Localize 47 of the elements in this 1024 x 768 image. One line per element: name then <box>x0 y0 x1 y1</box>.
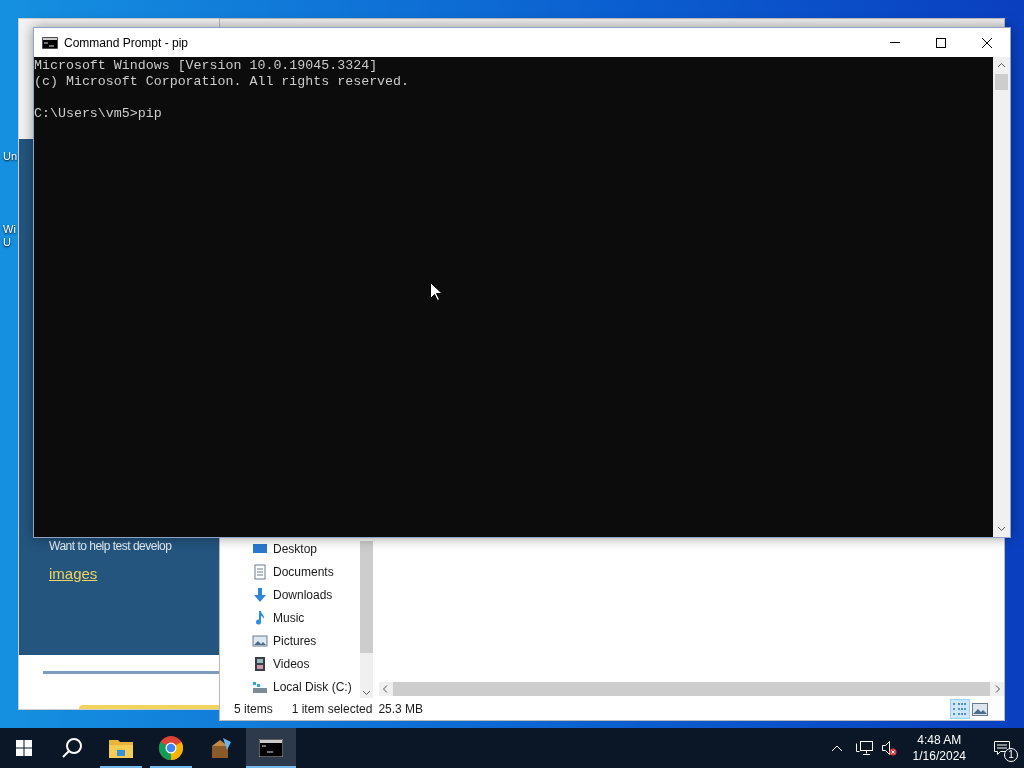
nav-item[interactable]: Local Disk (C:) <box>252 675 360 698</box>
window-title: Command Prompt - pip <box>64 34 189 52</box>
console-prompt: C:\Users\vm5>pip <box>34 106 162 122</box>
nav-item[interactable]: Desktop <box>252 537 360 560</box>
windows-logo-icon <box>16 740 32 756</box>
selection-count: 1 item selected <box>291 701 373 718</box>
image-icon <box>972 702 988 716</box>
terminal-icon <box>42 36 58 49</box>
search-icon <box>61 737 83 759</box>
nav-item[interactable]: Videos <box>252 652 360 675</box>
scrollbar-thumb[interactable] <box>360 541 373 653</box>
taskbar-app-button[interactable] <box>246 728 296 768</box>
close-icon <box>982 37 992 48</box>
console-line: (c) Microsoft Corporation. All rights reserved. <box>34 74 410 90</box>
browser-icon <box>159 736 183 760</box>
chevron-up-icon[interactable] <box>830 744 843 752</box>
notification-count: 1 <box>1004 748 1018 762</box>
download-icon <box>252 586 268 603</box>
box-icon <box>209 736 233 760</box>
list-icon <box>952 702 968 716</box>
scroll-down-icon[interactable] <box>360 688 373 698</box>
clock[interactable]: 4:48 AM 1/16/2024 <box>908 732 970 764</box>
nav-item[interactable]: Documents <box>252 560 360 583</box>
scrollbar-thumb[interactable] <box>995 74 1008 90</box>
nav-item[interactable]: Music <box>252 606 360 629</box>
images-link[interactable]: images <box>49 562 98 585</box>
nav-item[interactable]: Downloads <box>252 583 360 606</box>
nav-item[interactable]: Pictures <box>252 629 360 652</box>
message-icon <box>993 739 1011 757</box>
selection-size: 25.3 MB <box>378 701 424 718</box>
muted-speaker-icon[interactable] <box>880 740 897 756</box>
film-icon <box>252 655 268 672</box>
banner-text: Want to help test develop <box>49 537 172 555</box>
document-icon <box>252 563 268 580</box>
item-count: 5 items <box>234 701 273 718</box>
network-icon[interactable] <box>854 740 873 756</box>
notifications-button[interactable]: 1 <box>980 728 1024 768</box>
minimize-icon <box>890 42 900 43</box>
details-view-button[interactable] <box>950 699 970 719</box>
picture-icon <box>252 632 268 649</box>
console-line: Microsoft Windows [Version 10.0.19045.3324] <box>34 58 378 74</box>
vertical-scrollbar[interactable] <box>360 541 373 698</box>
terminal-icon <box>259 739 283 757</box>
maximize-icon <box>936 37 946 48</box>
folder-icon <box>109 738 133 758</box>
console-scrollbar[interactable] <box>993 57 1010 537</box>
mouse-pointer-icon <box>430 282 442 301</box>
